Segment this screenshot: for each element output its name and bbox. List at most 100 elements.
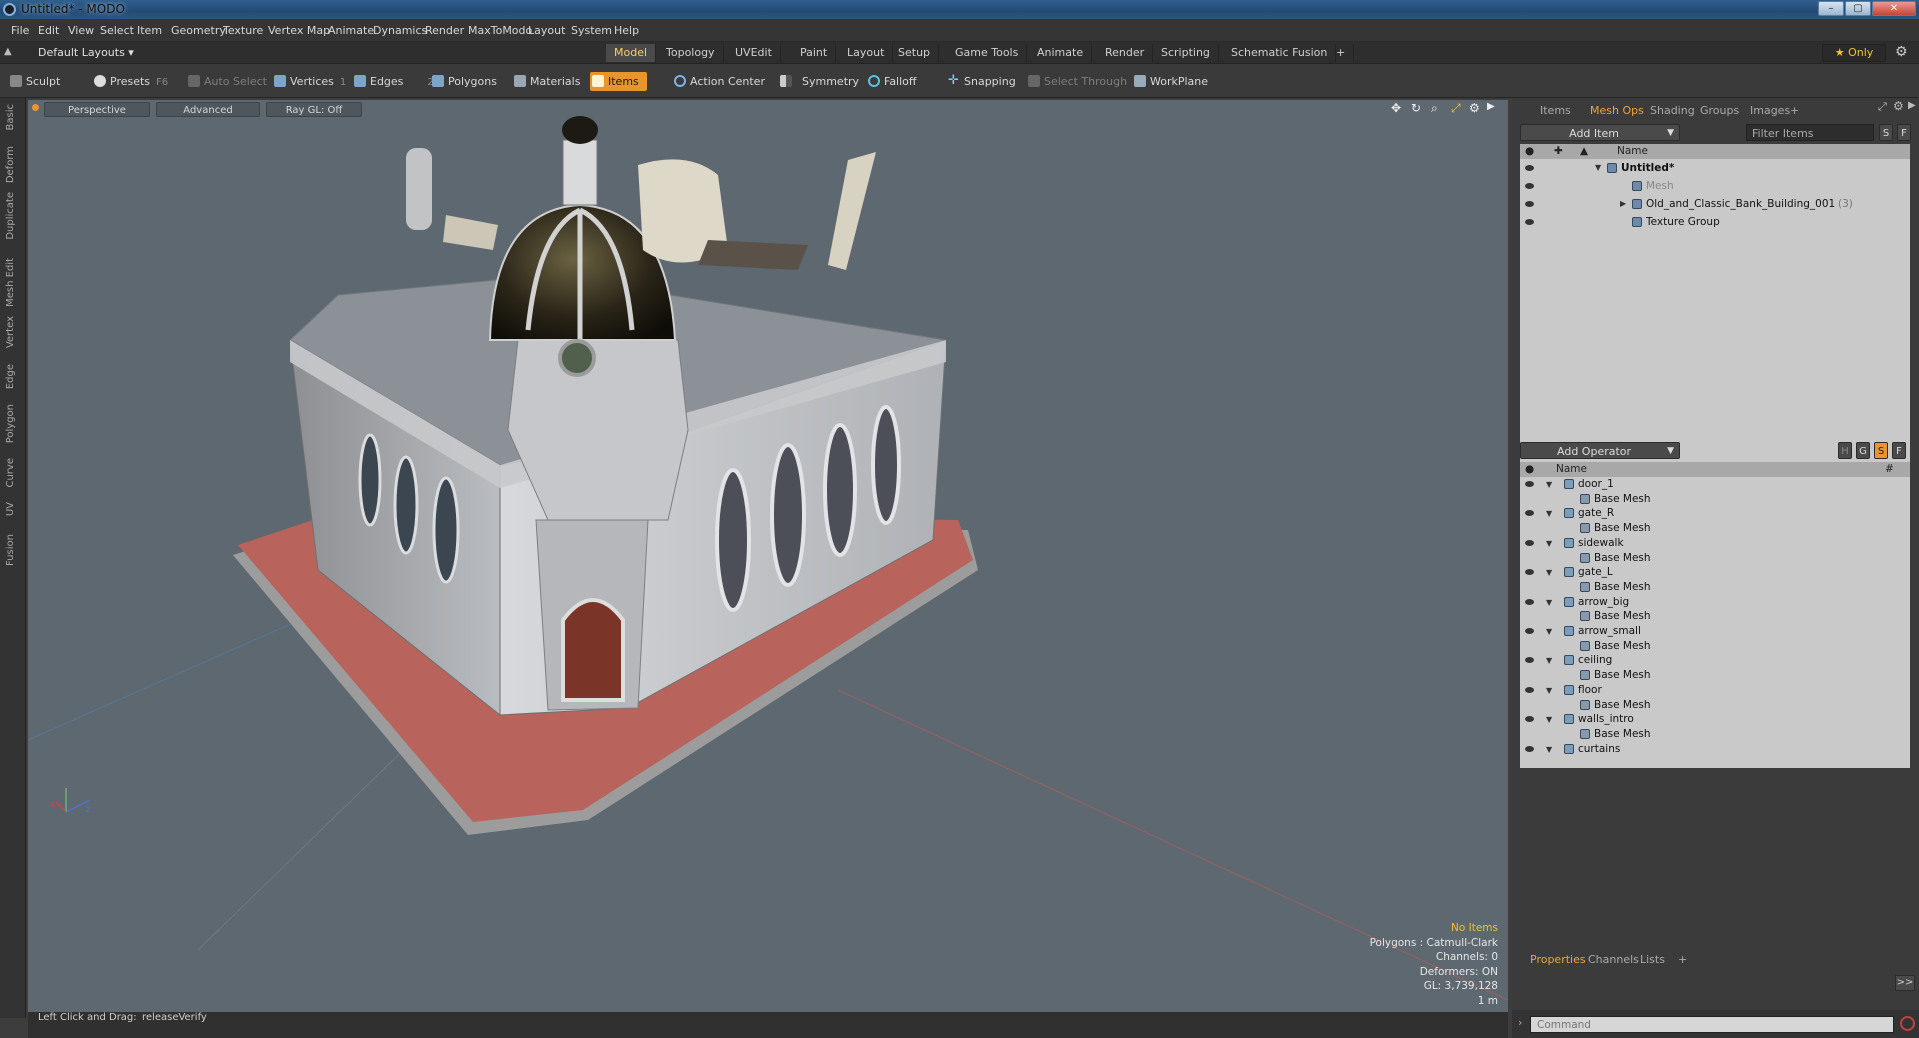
side-tab-polygon[interactable]: Polygon <box>5 404 16 443</box>
tab-setup[interactable]: Setup <box>890 44 940 62</box>
props-tab-properties[interactable]: Properties <box>1530 953 1586 966</box>
op-group-row[interactable]: ▼ ceiling <box>1520 653 1910 668</box>
op-mesh-row[interactable]: Base Mesh <box>1520 727 1910 742</box>
sculpt-button[interactable]: Sculpt <box>8 72 60 91</box>
op-mesh-row[interactable]: Base Mesh <box>1520 639 1910 654</box>
items-tab-items[interactable]: Items <box>1540 104 1571 117</box>
visibility-eye-icon[interactable] <box>1525 481 1534 487</box>
items-tab-images[interactable]: Images <box>1750 104 1790 117</box>
menu-item-geometry[interactable]: Geometry <box>171 24 226 37</box>
close-button[interactable]: ✕ <box>1872 1 1916 16</box>
command-input[interactable] <box>1530 1016 1894 1033</box>
expand-down-icon[interactable]: ▼ <box>1546 712 1552 727</box>
visibility-eye-icon[interactable] <box>1525 716 1534 723</box>
mesh-ops-list[interactable]: ● Name # ▼ door_1 Base Mesh ▼ gate_R Base Mes… <box>1520 462 1910 768</box>
menu-item-maxtomodo[interactable]: MaxToModo <box>468 24 532 37</box>
op-group-row[interactable]: ▼ door_1 <box>1520 477 1910 492</box>
panel-menu-icon[interactable]: ▶ <box>1908 100 1916 111</box>
tab-layout[interactable]: Layout <box>839 44 894 62</box>
ops-h-button[interactable]: H <box>1838 442 1852 459</box>
filter-s-button[interactable]: S <box>1879 124 1893 141</box>
menu-item-dynamics[interactable]: Dynamics <box>373 24 427 37</box>
visibility-eye-icon[interactable] <box>1525 201 1534 207</box>
props-tab-+[interactable]: + <box>1678 953 1687 966</box>
item-row[interactable]: ▶ Old_and_Classic_Bank_Building_001 (3) <box>1520 195 1910 213</box>
expand-down-icon[interactable]: ▼ <box>1546 506 1552 521</box>
side-tab-duplicate[interactable]: Duplicate <box>5 192 16 240</box>
item-row[interactable]: ▼ Untitled* <box>1520 159 1910 177</box>
expand-button[interactable]: >> <box>1895 975 1915 991</box>
filter-f-button[interactable]: F <box>1897 124 1911 141</box>
add-operator-button[interactable]: Add Operator ▼ <box>1520 442 1680 459</box>
panel-settings-icon[interactable]: ⚙ <box>1893 99 1904 113</box>
visibility-eye-icon[interactable] <box>1525 539 1534 546</box>
maximize-button[interactable]: ▢ <box>1845 1 1871 16</box>
presets-button[interactable]: Presets F6 <box>92 72 168 91</box>
tab-game-tools[interactable]: Game Tools <box>947 44 1028 62</box>
side-tab-curve[interactable]: Curve <box>5 458 16 488</box>
expand-down-icon[interactable]: ▼ <box>1595 159 1601 177</box>
menu-item-item[interactable]: Item <box>137 24 162 37</box>
expand-down-icon[interactable]: ▼ <box>1546 595 1552 610</box>
menu-item-layout[interactable]: Layout <box>528 24 565 37</box>
auto-select-button[interactable]: Auto Select <box>186 72 267 91</box>
side-tab-basic[interactable]: Basic <box>5 104 16 130</box>
op-group-row[interactable]: ▼ arrow_big <box>1520 595 1910 610</box>
menu-item-view[interactable]: View <box>68 24 94 37</box>
visibility-eye-icon[interactable] <box>1525 628 1534 634</box>
op-mesh-row[interactable]: Base Mesh <box>1520 698 1910 713</box>
polygons-mode-button[interactable]: Polygons <box>430 72 497 91</box>
op-group-row[interactable]: ▼ sidewalk <box>1520 536 1910 551</box>
menu-item-select[interactable]: Select <box>100 24 134 37</box>
expand-down-icon[interactable]: ▼ <box>1546 477 1552 492</box>
op-group-row[interactable]: ▼ walls_intro <box>1520 712 1910 727</box>
layout-dropdown[interactable]: Default Layouts ▾ <box>38 46 134 59</box>
menu-item-vertex-map[interactable]: Vertex Map <box>268 24 330 37</box>
op-mesh-row[interactable]: Base Mesh <box>1520 668 1910 683</box>
symmetry-button[interactable]: Symmetry <box>778 72 859 91</box>
tab-animate[interactable]: Animate <box>1029 44 1093 62</box>
expand-down-icon[interactable]: ▼ <box>1546 536 1552 551</box>
op-mesh-row[interactable]: Base Mesh <box>1520 521 1910 536</box>
tab-scripting[interactable]: Scripting <box>1153 44 1219 62</box>
ops-g-button[interactable]: G <box>1856 442 1870 459</box>
panel-expand-icon[interactable]: ⤢ <box>1878 100 1887 114</box>
props-tab-channels[interactable]: Channels <box>1588 953 1639 966</box>
items-list[interactable]: ● ✚ ▲ Name ▼ Untitled* Mesh ▶ Old_and_Classi… <box>1520 144 1910 516</box>
action-center-button[interactable]: Action Center <box>672 72 765 91</box>
tab-render[interactable]: Render <box>1097 44 1154 62</box>
props-tab-lists[interactable]: Lists <box>1640 953 1665 966</box>
side-tab-uv[interactable]: UV <box>5 502 16 516</box>
tab-topology[interactable]: Topology <box>658 44 724 62</box>
visibility-eye-icon[interactable] <box>1525 598 1534 605</box>
snapping-button[interactable]: ✛ Snapping <box>946 72 1016 91</box>
visibility-eye-icon[interactable] <box>1525 219 1534 225</box>
tab-+[interactable]: + <box>1328 44 1355 62</box>
falloff-button[interactable]: Falloff <box>866 72 916 91</box>
filter-items-input[interactable]: Filter Items <box>1746 124 1874 141</box>
op-group-row[interactable]: ▼ arrow_small <box>1520 624 1910 639</box>
expand-down-icon[interactable]: ▼ <box>1546 624 1552 639</box>
op-mesh-row[interactable]: Base Mesh <box>1520 609 1910 624</box>
visibility-eye-icon[interactable] <box>1525 165 1534 171</box>
op-mesh-row[interactable]: Base Mesh <box>1520 551 1910 566</box>
materials-mode-button[interactable]: Materials <box>512 72 580 91</box>
item-row[interactable]: Mesh <box>1520 177 1910 195</box>
select-through-button[interactable]: Select Through <box>1026 72 1127 91</box>
menu-item-file[interactable]: File <box>11 24 29 37</box>
visibility-eye-icon[interactable] <box>1525 569 1534 576</box>
visibility-eye-icon[interactable] <box>1525 657 1534 664</box>
expand-right-icon[interactable]: ▶ <box>1620 195 1626 213</box>
op-mesh-row[interactable]: Base Mesh <box>1520 492 1910 507</box>
tab-schematic-fusion[interactable]: Schematic Fusion <box>1223 44 1337 62</box>
side-tab-vertex[interactable]: Vertex <box>5 316 16 348</box>
menu-item-texture[interactable]: Texture <box>223 24 263 37</box>
expand-down-icon[interactable]: ▼ <box>1546 565 1552 580</box>
command-stop-icon[interactable] <box>1900 1016 1915 1031</box>
vertices-mode-button[interactable]: Vertices 1 <box>272 72 346 91</box>
visibility-eye-icon[interactable] <box>1525 686 1534 693</box>
op-mesh-row[interactable]: Base Mesh <box>1520 580 1910 595</box>
op-group-row[interactable]: ▼ gate_L <box>1520 565 1910 580</box>
only-toggle[interactable]: ★ Only <box>1822 44 1886 62</box>
ops-s-button[interactable]: S <box>1874 442 1888 459</box>
